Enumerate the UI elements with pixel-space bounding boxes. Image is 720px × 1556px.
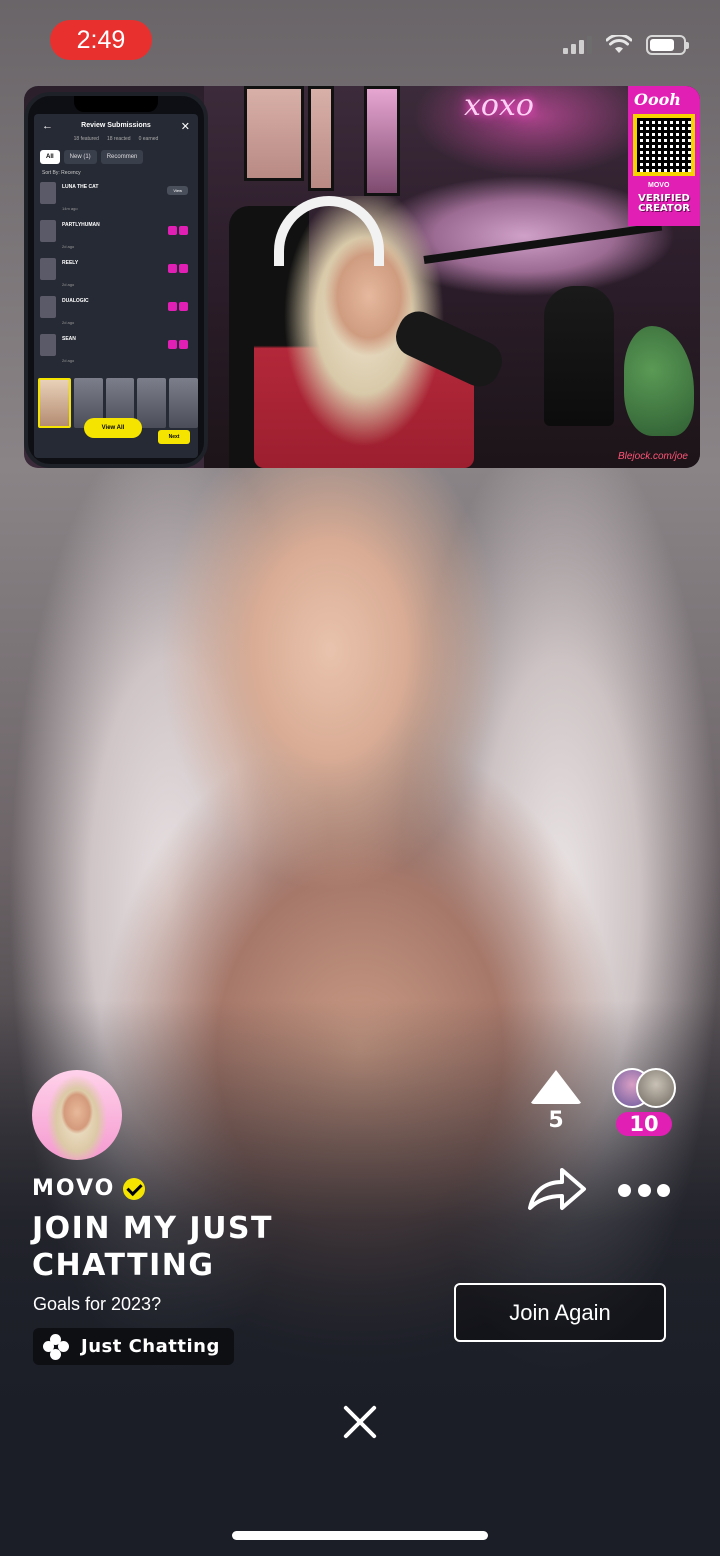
- list-item: PARTLYHUMAN 2d ago: [40, 218, 192, 256]
- stream-title: JOIN MY JUST CHATTING: [32, 1211, 273, 1283]
- battery-icon: [646, 35, 689, 55]
- submission-name: REELY: [62, 260, 79, 266]
- phone-notch: [74, 96, 158, 112]
- creator-name-row[interactable]: MOVO: [32, 1176, 146, 1201]
- qr-brand: MOVO: [648, 182, 670, 189]
- list-item: DUALOGIC 2d ago: [40, 294, 192, 332]
- overlay-credit: Blejock.com/joe: [617, 451, 688, 462]
- share-arrow-icon[interactable]: [526, 1164, 588, 1214]
- stat-earned: 0 earned: [138, 136, 159, 142]
- submission-view-button: View: [167, 186, 188, 195]
- more-dots-icon[interactable]: [618, 1178, 670, 1202]
- wall-poster: [308, 86, 334, 191]
- neon-sign: xoxo: [464, 88, 534, 123]
- submission-actions: [168, 264, 188, 273]
- submission-age: 14m ago: [62, 206, 78, 211]
- submission-thumb: [40, 220, 56, 242]
- submission-actions: [168, 340, 188, 349]
- submission-actions: [168, 302, 188, 311]
- phone-tab-new: New (1): [63, 150, 97, 164]
- submission-age: 2d ago: [62, 244, 75, 249]
- verified-creator-badge: VERIFIED CREATOR: [638, 193, 690, 214]
- phone-header: ← Review Submissions ✕: [34, 120, 198, 134]
- submission-thumb: [40, 258, 56, 280]
- phone-sort: Sort By: Recency: [42, 170, 81, 176]
- submission-thumb: [40, 296, 56, 318]
- wifi-icon: [606, 35, 632, 53]
- submission-name: DUALOGIC: [62, 298, 89, 304]
- upvote-button[interactable]: 5: [528, 1070, 584, 1133]
- category-dots-icon: [43, 1333, 69, 1360]
- verified-check-icon: [123, 1177, 146, 1200]
- phone-tab-all: All: [40, 150, 60, 164]
- stream-subtitle: Goals for 2023?: [33, 1294, 162, 1314]
- submission-name: SEAN: [62, 336, 76, 342]
- list-item: LUNA THE CAT 14m ago View: [40, 180, 192, 218]
- stat-reacted: 18 reacted: [106, 136, 131, 142]
- qr-logo: Oooh: [634, 90, 681, 109]
- submission-age: 2d ago: [62, 320, 75, 325]
- submission-name: PARTLYHUMAN: [62, 222, 100, 228]
- category-label: Just Chatting: [81, 1336, 220, 1357]
- statue-figure: [544, 286, 614, 426]
- phone-mockup: ← Review Submissions ✕ 18 featured 18 re…: [24, 92, 208, 468]
- phone-tab-recommended: Recommen: [100, 150, 144, 164]
- phone-tabs: All New (1) Recommen: [40, 150, 144, 164]
- stream-preview-frame[interactable]: xoxo Oooh MOVO VERIFIED CREATOR Blejock.…: [24, 86, 700, 468]
- creator-name: MOVO: [32, 1176, 116, 1201]
- viewers-button[interactable]: 10: [610, 1068, 678, 1136]
- wall-poster: [244, 86, 304, 181]
- close-x-icon[interactable]: [340, 1402, 380, 1442]
- cellular-signal-icon: [563, 36, 592, 54]
- submission-thumb: [40, 182, 56, 204]
- creator-avatar[interactable]: [32, 1070, 122, 1160]
- phone-stats: 18 featured 18 reacted 0 earned: [34, 136, 198, 142]
- phone-submission-list: LUNA THE CAT 14m ago View PARTLYHUMAN 2d…: [40, 180, 192, 370]
- submission-age: 2d ago: [62, 282, 75, 287]
- wall-poster: [364, 86, 400, 196]
- list-item: SEAN 2d ago: [40, 332, 192, 370]
- viewer-count-badge: 10: [616, 1112, 672, 1136]
- status-time[interactable]: 2:49: [50, 20, 152, 60]
- upvote-count: 5: [548, 1108, 564, 1133]
- submission-thumb: [40, 334, 56, 356]
- viewer-avatars: [610, 1068, 678, 1112]
- category-chip[interactable]: Just Chatting: [33, 1328, 234, 1365]
- stat-featured: 18 featured: [73, 136, 99, 142]
- status-icons: [563, 34, 689, 56]
- home-indicator[interactable]: [232, 1531, 488, 1540]
- submission-name: LUNA THE CAT: [62, 184, 99, 190]
- list-item: REELY 2d ago: [40, 256, 192, 294]
- qr-code-icon: [633, 114, 695, 176]
- qr-panel: Oooh MOVO VERIFIED CREATOR: [628, 86, 700, 226]
- upvote-arrow-icon: [530, 1070, 582, 1104]
- close-icon: ✕: [180, 121, 190, 133]
- submission-actions: [168, 226, 188, 235]
- viewer-avatar: [636, 1068, 676, 1108]
- phone-next-button: Next: [158, 430, 190, 444]
- submission-age: 2d ago: [62, 358, 75, 363]
- phone-view-all-button: View All: [84, 418, 142, 438]
- phone-title: Review Submissions: [81, 122, 151, 129]
- join-again-button[interactable]: Join Again: [454, 1283, 666, 1342]
